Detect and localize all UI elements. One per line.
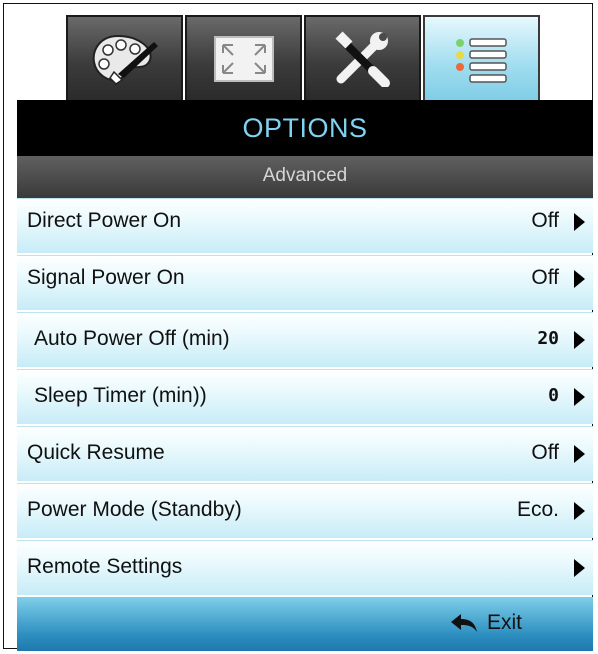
submenu-title: Advanced [262, 165, 348, 186]
arrow-right-icon[interactable] [574, 388, 585, 406]
options-list-icon [455, 38, 507, 83]
arrow-right-icon[interactable] [574, 331, 585, 349]
row-label: Auto Power Off (min) [34, 327, 230, 350]
row-value: 20 [537, 328, 559, 349]
return-arrow-icon [451, 614, 477, 632]
tab-setup[interactable] [304, 15, 421, 101]
exit-button[interactable]: Exit [449, 611, 522, 635]
row-value: Off [531, 441, 559, 464]
row-value: Eco. [516, 498, 559, 521]
screen-resize-icon [213, 36, 274, 82]
row-remote-settings[interactable]: Remote Settings [17, 540, 593, 595]
menu-header: OPTIONS [17, 100, 593, 156]
row-quick-resume[interactable]: Quick Resume Off [17, 426, 593, 481]
arrow-right-icon[interactable] [574, 502, 585, 520]
row-power-mode[interactable]: Power Mode (Standby) Eco. [17, 483, 593, 538]
palette-icon [92, 34, 158, 85]
submenu-header: Advanced [17, 156, 593, 198]
row-signal-power-on[interactable]: Signal Power On Off [17, 255, 593, 310]
row-value: Off [531, 266, 559, 289]
row-auto-power-off[interactable]: Auto Power Off (min) 20 [17, 312, 593, 367]
tab-picture[interactable] [66, 15, 183, 101]
row-label: Power Mode (Standby) [27, 498, 242, 521]
arrow-right-icon[interactable] [574, 270, 585, 288]
page-title: OPTIONS [242, 113, 368, 143]
row-value: 0 [548, 385, 559, 406]
menu-tabs [66, 15, 546, 101]
osd-window: OPTIONS Advanced Direct Power On Off Sig… [3, 3, 593, 651]
tab-options[interactable] [423, 15, 540, 101]
row-label: Sleep Timer (min)) [34, 384, 207, 407]
arrow-right-icon[interactable] [574, 559, 585, 577]
row-value: Off [531, 209, 559, 232]
exit-label: Exit [487, 611, 523, 634]
row-label: Direct Power On [27, 209, 182, 232]
row-label: Signal Power On [27, 266, 185, 289]
arrow-right-icon[interactable] [574, 213, 585, 231]
menu-footer: Exit [17, 597, 593, 651]
row-label: Remote Settings [27, 555, 183, 578]
arrow-right-icon[interactable] [574, 445, 585, 463]
row-label: Quick Resume [27, 441, 165, 464]
options-list: Direct Power On Off Signal Power On Off … [17, 198, 593, 597]
row-sleep-timer[interactable]: Sleep Timer (min)) 0 [17, 369, 593, 424]
tab-display[interactable] [185, 15, 302, 101]
tools-icon [335, 31, 390, 87]
row-direct-power-on[interactable]: Direct Power On Off [17, 198, 593, 253]
